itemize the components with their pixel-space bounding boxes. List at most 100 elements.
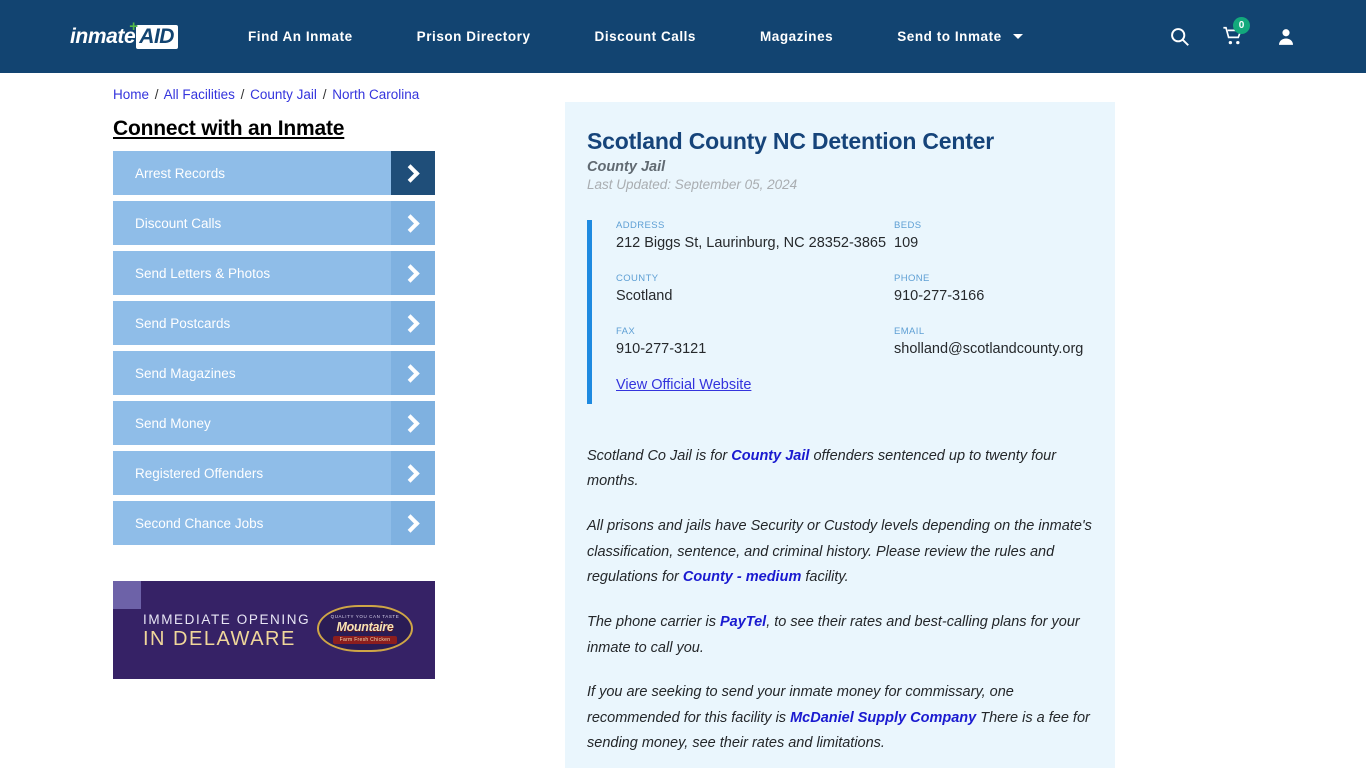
- breadcrumb-separator: /: [322, 87, 327, 102]
- facility-panel: Scotland County NC Detention Center Coun…: [565, 102, 1115, 768]
- detail-value: 910-277-3121: [616, 340, 707, 357]
- logo-aid-badge: + AID: [129, 18, 178, 49]
- detail-beds: BEDS 109: [894, 220, 1095, 254]
- p2-link-county-medium[interactable]: County - medium: [683, 569, 801, 585]
- nav-item-prison-directory[interactable]: Prison Directory: [417, 29, 531, 44]
- chevron-right-icon: [391, 151, 435, 195]
- nav-item-find-an-inmate[interactable]: Find An Inmate: [248, 29, 353, 44]
- page-title: Scotland County NC Detention Center: [587, 128, 995, 154]
- detail-value: sholland@scotlandcounty.org: [894, 340, 1084, 357]
- user-icon[interactable]: [1276, 26, 1296, 47]
- chevron-right-icon: [391, 451, 435, 495]
- nav-label: Find An Inmate: [247, 29, 353, 44]
- detail-label: FAX: [616, 325, 636, 337]
- ad-logo-tagline: QUALITY YOU CAN TASTE: [330, 613, 400, 619]
- search-icon[interactable]: [1169, 26, 1190, 47]
- chevron-right-icon: [391, 351, 435, 395]
- nav-item-discount-calls[interactable]: Discount Calls: [595, 29, 696, 44]
- ad-text: IMMEDIATE OPENING IN DELAWARE: [143, 612, 310, 652]
- main-navigation: Find An Inmate Prison Directory Discount…: [248, 29, 1137, 44]
- breadcrumb-separator: /: [154, 87, 159, 102]
- chevron-down-icon: [1013, 34, 1023, 39]
- cart-icon[interactable]: 0: [1222, 17, 1250, 47]
- breadcrumb: Home / All Facilities / County Jail / No…: [0, 73, 1366, 102]
- site-logo[interactable]: inmate + AID: [70, 18, 178, 54]
- detail-label: BEDS: [894, 220, 922, 231]
- sidebar-item-send-money[interactable]: Send Money: [113, 401, 435, 445]
- ad-logo-name: Mountaire: [336, 619, 394, 634]
- p3-text-a: The phone carrier is: [587, 613, 720, 630]
- sidebar-item-label: Arrest Records: [135, 165, 226, 181]
- sidebar-title: Connect with an Inmate: [113, 117, 345, 140]
- detail-label: EMAIL: [894, 325, 925, 337]
- detail-value: 910-277-3166: [894, 287, 985, 304]
- p3-link-paytel[interactable]: PayTel: [720, 614, 766, 630]
- paragraph-3: The phone carrier is PayTel, to see thei…: [587, 610, 1095, 661]
- sidebar-item-registered-offenders[interactable]: Registered Offenders: [113, 451, 435, 495]
- detail-label: PHONE: [894, 272, 930, 284]
- logo-aid-text: AID: [139, 24, 174, 48]
- detail-value: Scotland: [616, 287, 673, 304]
- paragraph-2: All prisons and jails have Security or C…: [587, 514, 1095, 591]
- facility-type: County Jail: [587, 159, 666, 175]
- facility-details-wrap: ADDRESS 212 Biggs St, Laurinburg, NC 283…: [565, 220, 1115, 404]
- nav-label: Prison Directory: [416, 29, 531, 44]
- sidebar-item-label: Registered Offenders: [135, 465, 264, 481]
- detail-phone: PHONE 910-277-3166: [894, 273, 1095, 307]
- chevron-right-icon: [391, 301, 435, 345]
- paragraph-1: Scotland Co Jail is for County Jail offe…: [587, 444, 1095, 495]
- p1-link-county-jail[interactable]: County Jail: [731, 448, 809, 464]
- facility-content: Scotland County NC Detention Center Coun…: [565, 102, 1115, 768]
- sidebar-item-label: Second Chance Jobs: [135, 515, 264, 531]
- header-icon-group: 0: [1137, 17, 1366, 47]
- chevron-right-icon: [391, 501, 435, 545]
- facility-details: ADDRESS 212 Biggs St, Laurinburg, NC 283…: [587, 220, 1095, 404]
- logo-word: inmate: [70, 24, 136, 48]
- sidebar-item-arrest-records[interactable]: Arrest Records: [113, 151, 435, 195]
- sidebar-item-label: Send Postcards: [135, 315, 231, 331]
- advertisement-banner[interactable]: IMMEDIATE OPENING IN DELAWARE QUALITY YO…: [113, 581, 435, 679]
- chevron-right-icon: [391, 401, 435, 445]
- breadcrumb-item-county-jail[interactable]: County Jail: [250, 87, 317, 102]
- facility-description: Scotland Co Jail is for County Jail offe…: [565, 444, 1115, 768]
- detail-label: COUNTY: [616, 272, 659, 284]
- detail-label: ADDRESS: [616, 220, 665, 231]
- sidebar-item-send-postcards[interactable]: Send Postcards: [113, 301, 435, 345]
- detail-value: 109: [894, 235, 919, 251]
- cart-count-badge: 0: [1233, 17, 1250, 34]
- sidebar-item-send-magazines[interactable]: Send Magazines: [113, 351, 435, 395]
- facility-header: Scotland County NC Detention Center Coun…: [565, 128, 1115, 192]
- view-official-website-link[interactable]: View Official Website: [616, 377, 751, 393]
- sidebar-item-discount-calls[interactable]: Discount Calls: [113, 201, 435, 245]
- detail-address: ADDRESS 212 Biggs St, Laurinburg, NC 283…: [616, 220, 894, 254]
- breadcrumb-separator: /: [240, 87, 245, 102]
- nav-item-magazines[interactable]: Magazines: [760, 29, 833, 44]
- p4-link-mcdaniel-supply[interactable]: McDaniel Supply Company: [790, 710, 976, 726]
- sidebar-item-send-letters-photos[interactable]: Send Letters & Photos: [113, 251, 435, 295]
- details-grid: ADDRESS 212 Biggs St, Laurinburg, NC 283…: [616, 220, 1095, 360]
- ad-headline-2: IN DELAWARE: [143, 627, 296, 650]
- sidebar-item-second-chance-jobs[interactable]: Second Chance Jobs: [113, 501, 435, 545]
- plus-icon: +: [129, 17, 138, 35]
- breadcrumb-item-all-facilities[interactable]: All Facilities: [164, 87, 235, 102]
- sidebar-item-label: Send Letters & Photos: [135, 265, 271, 281]
- site-header: inmate + AID Find An Inmate Prison Direc…: [0, 0, 1366, 73]
- nav-label: Magazines: [759, 29, 834, 44]
- p1-text-a: Scotland Co Jail is for: [587, 447, 732, 464]
- chevron-right-icon: [391, 251, 435, 295]
- detail-email: EMAIL sholland@scotlandcounty.org: [894, 326, 1095, 360]
- breadcrumb-item-north-carolina[interactable]: North Carolina: [332, 87, 419, 102]
- ad-logo-subtitle: Farm Fresh Chicken: [332, 635, 398, 644]
- sidebar-item-label: Send Magazines: [135, 365, 236, 381]
- paragraph-4: If you are seeking to send your inmate m…: [587, 680, 1095, 757]
- detail-value: 212 Biggs St, Laurinburg, NC 28352-3865: [616, 235, 887, 251]
- sidebar: Connect with an Inmate Arrest Records Di…: [113, 102, 435, 768]
- nav-label: Send to Inmate: [897, 29, 1002, 44]
- nav-item-send-to-inmate[interactable]: Send to Inmate: [897, 29, 1023, 44]
- detail-fax: FAX 910-277-3121: [616, 326, 894, 360]
- p2-text-c: facility.: [801, 569, 849, 586]
- sidebar-item-label: Discount Calls: [135, 215, 222, 231]
- nav-label: Discount Calls: [594, 29, 696, 44]
- breadcrumb-item-home[interactable]: Home: [113, 87, 149, 102]
- page-body: Connect with an Inmate Arrest Records Di…: [0, 102, 1366, 768]
